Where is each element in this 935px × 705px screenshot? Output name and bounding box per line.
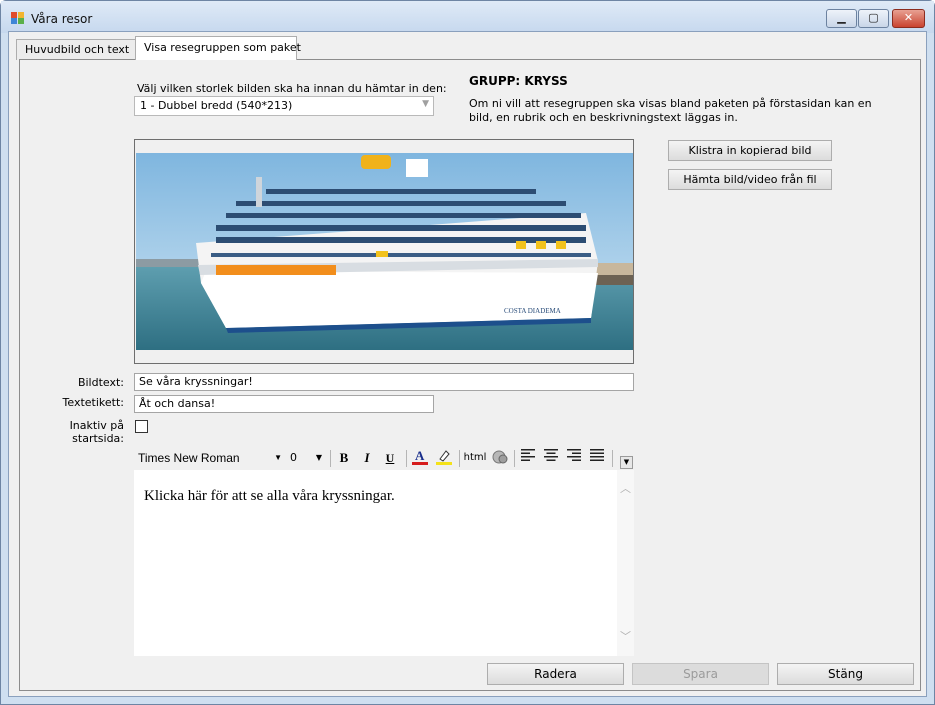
- toolbar-divider: [406, 450, 407, 467]
- toolbar-divider: [330, 450, 331, 467]
- align-right-icon[interactable]: [564, 448, 584, 468]
- chevron-down-icon[interactable]: ﹀: [620, 628, 631, 644]
- toolbar-divider: [459, 450, 460, 467]
- paste-image-button[interactable]: Klistra in kopierad bild: [668, 140, 832, 161]
- toolbar-overflow-icon[interactable]: ▼: [620, 456, 633, 469]
- ship-name: COSTA DIADEMA: [504, 307, 561, 315]
- close-window-button[interactable]: ✕: [892, 9, 925, 28]
- inaktiv-checkbox[interactable]: [135, 420, 148, 433]
- editor-content[interactable]: Klicka här för att se alla våra kryssnin…: [144, 488, 395, 505]
- font-size-value: 0: [290, 451, 297, 464]
- inaktiv-label: Inaktiv på startsida:: [69, 419, 124, 445]
- align-center-icon[interactable]: [541, 448, 561, 468]
- delete-button[interactable]: Radera: [487, 663, 624, 685]
- chevron-down-icon: ▼: [274, 453, 282, 462]
- font-size-select[interactable]: 0 ▼: [288, 448, 326, 468]
- insert-image-icon[interactable]: [490, 448, 510, 468]
- chevron-down-icon: ▼: [422, 99, 429, 109]
- toolbar-divider: [612, 450, 613, 467]
- close-button[interactable]: Stäng: [777, 663, 914, 685]
- editor-toolbar: Times New Roman ▼ 0 ▼ B I U A html: [134, 446, 634, 470]
- image-size-select[interactable]: 1 - Dubbel bredd (540*213) ▼: [134, 96, 434, 116]
- minimize-button[interactable]: ▁: [826, 9, 857, 28]
- image-preview[interactable]: COSTA DIADEMA: [134, 139, 634, 364]
- editor-scrollbar[interactable]: ︿ ﹀: [617, 470, 634, 656]
- svg-text:A: A: [415, 448, 425, 463]
- italic-button[interactable]: I: [357, 448, 377, 468]
- textetikett-label: Textetikett:: [62, 396, 124, 409]
- save-button[interactable]: Spara: [632, 663, 769, 685]
- align-justify-icon[interactable]: [587, 448, 607, 468]
- html-button[interactable]: html: [462, 448, 488, 468]
- bildtext-label: Bildtext:: [77, 376, 124, 389]
- load-image-button[interactable]: Hämta bild/video från fil: [668, 169, 832, 190]
- highlight-icon[interactable]: [433, 448, 455, 468]
- chevron-up-icon[interactable]: ︿: [620, 480, 631, 496]
- window-title: Våra resor: [31, 12, 93, 26]
- font-value: Times New Roman: [138, 451, 240, 465]
- bildtext-input[interactable]: Se våra kryssningar!: [134, 373, 634, 391]
- image-size-value: 1 - Dubbel bredd (540*213): [140, 99, 293, 112]
- group-title: GRUPP: KRYSS: [469, 74, 568, 88]
- image-size-label: Välj vilken storlek bilden ska ha innan …: [137, 82, 447, 95]
- title-bar: Våra resor ▁ ▢ ✕: [1, 1, 934, 33]
- cruise-ship-image: COSTA DIADEMA: [136, 153, 633, 350]
- tab-huvudbild[interactable]: Huvudbild och text: [16, 39, 136, 60]
- toolbar-divider: [514, 450, 515, 467]
- tab-paket[interactable]: Visa resegruppen som paket: [135, 36, 301, 60]
- font-select[interactable]: Times New Roman ▼: [136, 448, 286, 468]
- group-description: Om ni vill att resegruppen ska visas bla…: [469, 97, 872, 124]
- align-left-icon[interactable]: [518, 448, 538, 468]
- rich-text-editor[interactable]: Klicka här för att se alla våra kryssnin…: [134, 470, 634, 656]
- maximize-button[interactable]: ▢: [858, 9, 889, 28]
- font-color-icon[interactable]: A: [409, 448, 431, 468]
- chevron-down-icon: ▼: [315, 453, 322, 462]
- bold-button[interactable]: B: [334, 448, 354, 468]
- textetikett-input[interactable]: Åt och dansa!: [134, 395, 434, 413]
- app-icon: [11, 12, 25, 24]
- underline-button[interactable]: U: [380, 448, 400, 468]
